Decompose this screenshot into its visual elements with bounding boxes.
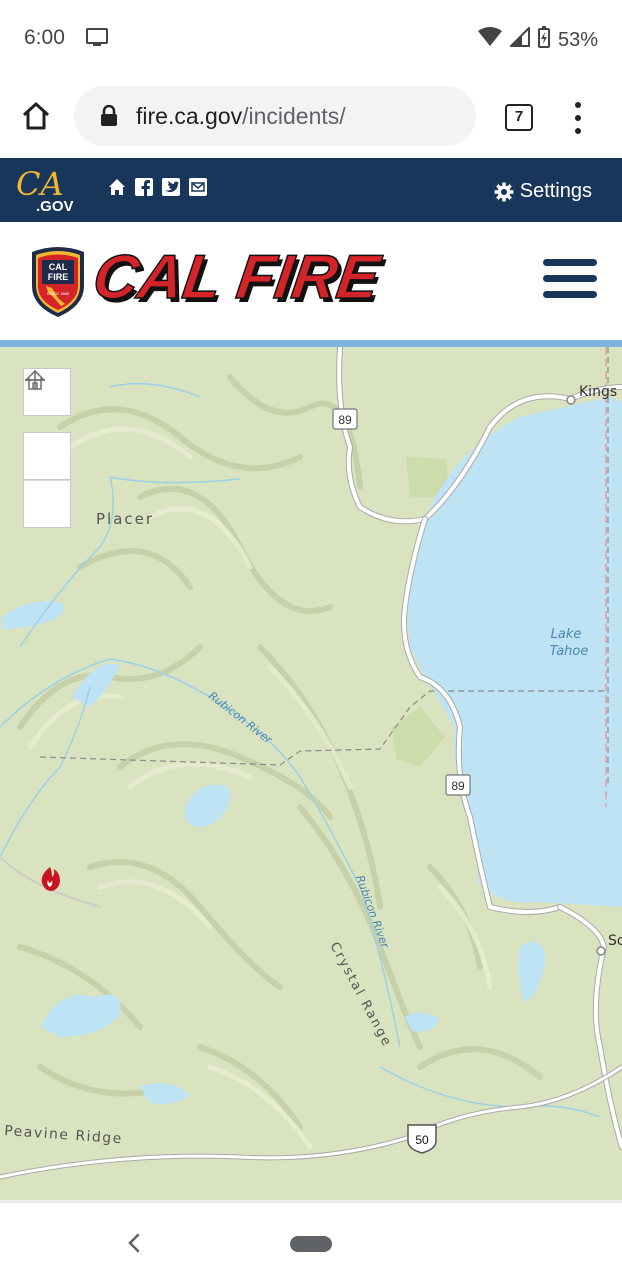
cast-icon bbox=[86, 28, 108, 53]
cagov-utility-bar: CA .GOV Settings bbox=[0, 158, 622, 222]
us50-label: 50 bbox=[415, 1133, 429, 1147]
svg-text:.GOV: .GOV bbox=[36, 198, 74, 215]
address-bar[interactable]: fire.ca.gov/incidents/ bbox=[74, 86, 476, 146]
hwy89-south-label: 89 bbox=[451, 779, 465, 793]
settings-button[interactable]: Settings bbox=[494, 180, 592, 203]
map-canvas: 89 89 50 Placer Kings B Lake Tahoe Rubic… bbox=[0, 347, 622, 1180]
cagov-logo[interactable]: CA .GOV bbox=[14, 165, 78, 215]
svg-text:SINCE 1885: SINCE 1885 bbox=[47, 291, 70, 296]
map-controls bbox=[23, 368, 71, 528]
status-time: 6:00 bbox=[24, 26, 65, 49]
battery-percent: 53% bbox=[557, 28, 598, 51]
zoom-out-button[interactable] bbox=[23, 379, 71, 528]
settings-label: Settings bbox=[519, 180, 592, 202]
fire-incident-marker[interactable] bbox=[41, 867, 60, 891]
site-header: CAL FIRE SINCE 1885 CAL FIRE CAL FIRE bbox=[0, 222, 622, 340]
url-domain: fire.ca.gov bbox=[136, 103, 243, 129]
label-placer: Placer bbox=[96, 510, 154, 528]
svg-text:FIRE: FIRE bbox=[48, 272, 69, 282]
south-lake-dot bbox=[596, 946, 606, 956]
label-rubicon-river-1: Rubicon River bbox=[206, 689, 275, 747]
back-button[interactable] bbox=[124, 1231, 144, 1255]
url-text: fire.ca.gov/incidents/ bbox=[136, 103, 346, 130]
incident-map[interactable]: 89 89 50 Placer Kings B Lake Tahoe Rubic… bbox=[0, 347, 622, 1202]
gear-icon bbox=[494, 182, 514, 201]
label-peavine-ridge: Peavine Ridge bbox=[4, 1123, 124, 1147]
battery-charging-icon bbox=[537, 26, 550, 54]
browser-menu-button[interactable] bbox=[570, 102, 586, 134]
svg-text:CAL: CAL bbox=[49, 262, 68, 272]
browser-home-button[interactable] bbox=[20, 100, 52, 132]
calfire-wordmark[interactable]: CAL FIRE CAL FIRE bbox=[88, 243, 394, 316]
facebook-icon[interactable] bbox=[135, 178, 153, 196]
calfire-shield-logo[interactable]: CAL FIRE SINCE 1885 bbox=[28, 246, 88, 318]
browser-toolbar: fire.ca.gov/incidents/ 7 bbox=[0, 76, 622, 158]
zoom-in-button[interactable] bbox=[23, 370, 71, 480]
home-pill[interactable] bbox=[290, 1236, 332, 1252]
label-rubicon-river-2: Rubicon River bbox=[353, 874, 392, 952]
us50-shield: 50 bbox=[407, 1124, 437, 1154]
home-icon[interactable] bbox=[108, 178, 126, 196]
url-path: /incidents/ bbox=[242, 103, 346, 129]
label-lake-tahoe-1: Lake bbox=[551, 627, 582, 642]
twitter-icon[interactable] bbox=[162, 178, 180, 196]
status-bar: 6:00 53% bbox=[0, 0, 622, 76]
kings-beach-dot bbox=[566, 395, 576, 405]
social-links bbox=[108, 178, 207, 196]
hwy89-north-shield: 89 bbox=[332, 408, 358, 430]
back-icon bbox=[128, 1233, 140, 1253]
zoom-controls bbox=[23, 370, 71, 528]
hwy89-south-shield: 89 bbox=[445, 774, 471, 796]
wordmark-text: CAL FIRE bbox=[94, 248, 386, 312]
hamburger-menu-button[interactable] bbox=[543, 259, 597, 299]
header-divider bbox=[0, 340, 622, 347]
signal-icon bbox=[508, 25, 530, 53]
hwy89-north-label: 89 bbox=[338, 413, 352, 427]
wifi-icon bbox=[477, 27, 502, 53]
status-icons: 53% bbox=[477, 25, 598, 54]
minus-icon bbox=[25, 379, 45, 381]
label-kings-beach: Kings B bbox=[579, 384, 622, 400]
label-lake-tahoe-2: Tahoe bbox=[550, 644, 589, 659]
lock-icon bbox=[100, 104, 118, 132]
email-icon[interactable] bbox=[189, 178, 207, 196]
android-nav-bar bbox=[0, 1202, 622, 1279]
home-icon bbox=[22, 102, 50, 130]
label-south-lake: So bbox=[608, 933, 622, 949]
tab-switcher-button[interactable]: 7 bbox=[505, 104, 533, 131]
